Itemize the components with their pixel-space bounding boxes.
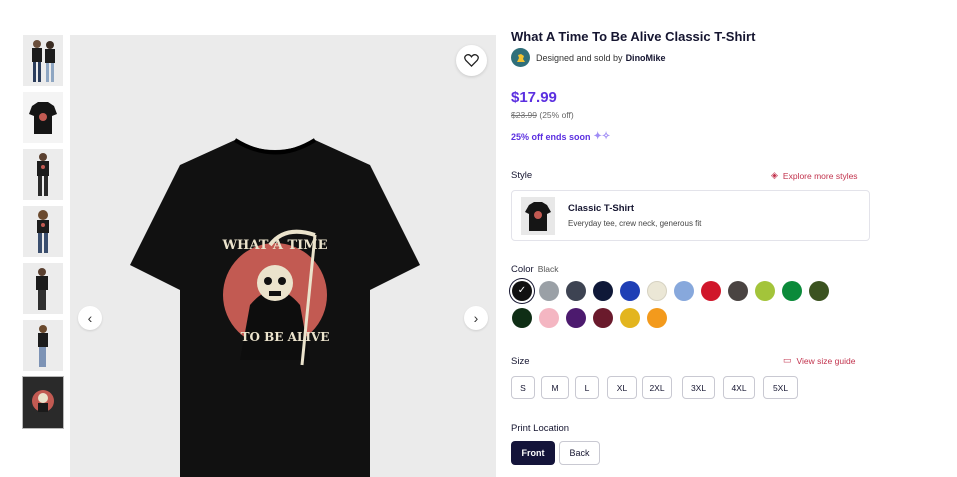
designed-by-label: Designed and sold by xyxy=(536,52,623,63)
color-label-row: Color Black xyxy=(511,264,559,275)
print-location-back-button[interactable]: Back xyxy=(559,441,600,465)
size-guide-label: View size guide xyxy=(796,355,856,366)
thumbnail-shirt-flat[interactable] xyxy=(23,92,63,143)
print-location-front-button[interactable]: Front xyxy=(511,441,555,465)
color-swatch[interactable] xyxy=(566,281,586,301)
seller-info: Designed and sold by DinoMike xyxy=(511,48,666,67)
thumbnail-list xyxy=(22,35,64,434)
current-price: $17.99 xyxy=(511,89,557,106)
original-price: $23.99 xyxy=(511,110,537,120)
heart-icon xyxy=(464,54,479,67)
previous-image-button[interactable]: ‹ xyxy=(78,306,102,330)
thumbnail-man-front[interactable] xyxy=(23,149,63,200)
size-option-button[interactable]: L xyxy=(575,376,599,399)
designer-link[interactable]: DinoMike xyxy=(626,53,666,63)
product-title: What A Time To Be Alive Classic T-Shirt xyxy=(511,29,756,44)
color-swatch[interactable] xyxy=(701,281,721,301)
color-swatch[interactable] xyxy=(647,308,667,328)
product-page: WHAT A TIME TO BE ALIVE ‹ › What A Time … xyxy=(0,0,957,477)
size-label: Size xyxy=(511,356,530,367)
promo-banner: 25% off ends soon ✦✧ xyxy=(511,131,610,142)
explore-styles-label: Explore more styles xyxy=(782,170,858,181)
style-label: Style xyxy=(511,170,533,181)
style-name: Classic T-Shirt xyxy=(568,203,634,214)
color-swatch[interactable] xyxy=(539,281,559,301)
thumbnail-woman-front[interactable] xyxy=(23,206,63,257)
next-image-button[interactable]: › xyxy=(464,306,488,330)
color-swatch[interactable] xyxy=(512,308,532,328)
style-description: Everyday tee, crew neck, generous fit xyxy=(568,219,702,228)
style-thumbnail xyxy=(521,196,555,235)
size-option-button[interactable]: S xyxy=(511,376,535,399)
color-swatch[interactable] xyxy=(566,308,586,328)
promo-text: 25% off ends soon xyxy=(511,131,591,142)
thumbnail-couple[interactable] xyxy=(23,35,63,86)
color-swatch[interactable] xyxy=(593,308,613,328)
color-swatch[interactable] xyxy=(674,281,694,301)
color-swatch[interactable] xyxy=(620,308,640,328)
thumbnail-man-side[interactable] xyxy=(23,263,63,314)
print-location-label: Print Location xyxy=(511,423,570,434)
color-swatch[interactable] xyxy=(593,281,613,301)
ruler-icon: ▭ xyxy=(783,355,792,365)
shirt-print-top-text: WHAT A TIME xyxy=(221,238,327,253)
size-option-button[interactable]: 3XL xyxy=(682,376,715,399)
explore-styles-link[interactable]: ◈ Explore more styles xyxy=(771,170,858,181)
color-swatch[interactable] xyxy=(755,281,775,301)
color-swatch[interactable] xyxy=(728,281,748,301)
color-swatch[interactable] xyxy=(512,281,532,301)
thumbnail-woman-side[interactable] xyxy=(23,320,63,371)
size-option-button[interactable]: XL xyxy=(607,376,637,399)
original-price-row: $23.99 (25% off) xyxy=(511,110,574,120)
selected-color-name: Black xyxy=(537,264,559,274)
color-swatch[interactable] xyxy=(782,281,802,301)
size-option-button[interactable]: 5XL xyxy=(763,376,798,399)
favorite-button[interactable] xyxy=(456,45,487,76)
color-swatch[interactable] xyxy=(620,281,640,301)
color-swatch[interactable] xyxy=(809,281,829,301)
chevron-right-icon: › xyxy=(473,310,479,326)
thumbnail-design-closeup[interactable] xyxy=(22,376,64,429)
chevron-left-icon: ‹ xyxy=(87,310,93,326)
main-product-image: WHAT A TIME TO BE ALIVE xyxy=(70,35,496,477)
discount-percent: (25% off) xyxy=(539,110,574,120)
style-selector[interactable]: Classic T-Shirt Everyday tee, crew neck,… xyxy=(511,190,870,241)
size-option-button[interactable]: M xyxy=(541,376,569,399)
size-option-button[interactable]: 4XL xyxy=(723,376,755,399)
designer-avatar[interactable] xyxy=(511,48,530,67)
color-swatch[interactable] xyxy=(539,308,559,328)
sparkle-icon: ✦✧ xyxy=(593,131,611,142)
shirt-print-bottom-text: TO BE ALIVE xyxy=(241,330,330,344)
size-option-button[interactable]: 2XL xyxy=(642,376,672,399)
color-swatch[interactable] xyxy=(647,281,667,301)
layers-icon: ◈ xyxy=(771,170,778,180)
size-guide-link[interactable]: ▭ View size guide xyxy=(783,355,855,366)
color-label: Color xyxy=(511,264,534,275)
dinosaur-icon xyxy=(516,53,525,62)
